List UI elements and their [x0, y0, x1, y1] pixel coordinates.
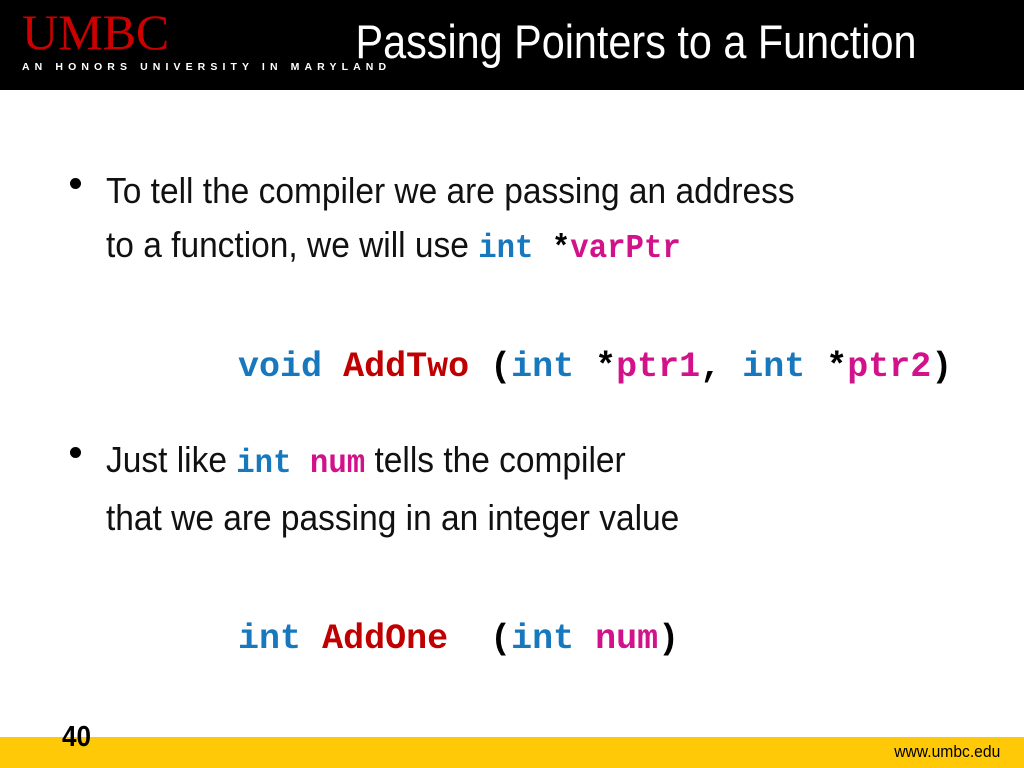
bullet-2-code-space [292, 445, 310, 482]
code1-param2-star: * [826, 347, 848, 387]
bullet-item-1: To tell the compiler we are passing an a… [70, 164, 846, 276]
code1-space-1 [322, 347, 343, 387]
code1-param1-type: int [511, 347, 575, 387]
code1-open-paren: ( [490, 347, 512, 387]
code2-function-name: AddOne [322, 619, 449, 659]
code1-space-2 [469, 347, 490, 387]
slide-footer-bar [0, 737, 1024, 768]
code2-space-2 [448, 619, 490, 659]
code2-open-paren: ( [490, 619, 512, 659]
bullet-dot-icon [70, 178, 81, 189]
code-star-operator: * [533, 230, 571, 267]
code1-param1-name: ptr1 [616, 347, 701, 387]
code-identifier-num: num [309, 445, 366, 482]
bullet-2-line1-prefix: Just like [106, 439, 237, 480]
bullet-1-line1-text: To tell the compiler we are passing an a… [106, 170, 795, 211]
code1-return-type: void [238, 347, 323, 387]
page-title: Passing Pointers to a Function [355, 15, 917, 68]
code2-param1-type: int [511, 619, 575, 659]
footer-url: www.umbc.edu [893, 742, 1000, 761]
code1-comma: , [700, 347, 743, 387]
code2-param1-space [574, 619, 595, 659]
code1-function-name: AddTwo [343, 347, 470, 387]
code1-close-paren: ) [931, 347, 953, 387]
code2-close-paren: ) [658, 619, 680, 659]
code-signature-addone: int AddOne (int num) [112, 576, 679, 702]
code2-param1-name: num [595, 619, 659, 659]
code1-param2-space [805, 347, 826, 387]
bullet-item-2-line-1: Just like int num tells the compiler [106, 433, 679, 491]
slide-header-bar: UMBC AN HONORS UNIVERSITY IN MARYLAND Pa… [0, 0, 1024, 90]
slide-body: To tell the compiler we are passing an a… [0, 90, 1024, 738]
bullet-dot-icon [70, 447, 81, 458]
code1-param2-type: int [742, 347, 806, 387]
slide-number: 40 [62, 721, 92, 753]
code2-return-type: int [238, 619, 302, 659]
bullet-item-2-text: Just like int num tells the compiler tha… [106, 433, 679, 545]
code1-param2-name: ptr2 [847, 347, 932, 387]
code-signature-addtwo: void AddTwo (int *ptr1, int *ptr2) [112, 304, 952, 430]
bullet-1-line2-prefix: to a function, we will use [106, 224, 479, 265]
code-keyword-int: int [236, 445, 292, 482]
bullet-2-line1-suffix: tells the compiler [365, 439, 626, 480]
bullet-item-1-line-1: To tell the compiler we are passing an a… [106, 164, 795, 218]
code1-param1-space [574, 347, 595, 387]
bullet-item-2: Just like int num tells the compiler tha… [70, 433, 722, 545]
bullet-2-line2-text: that we are passing in an integer value [106, 497, 680, 538]
slide: UMBC AN HONORS UNIVERSITY IN MARYLAND Pa… [0, 0, 1024, 768]
code2-space-1 [301, 619, 322, 659]
code1-param1-star: * [595, 347, 617, 387]
bullet-item-1-text: To tell the compiler we are passing an a… [106, 164, 795, 276]
bullet-item-2-line-2: that we are passing in an integer value [106, 491, 679, 545]
code-keyword-int: int [478, 230, 534, 267]
bullet-item-1-line-2: to a function, we will use int *varPtr [106, 218, 795, 276]
code-identifier-varptr: varPtr [570, 230, 681, 267]
